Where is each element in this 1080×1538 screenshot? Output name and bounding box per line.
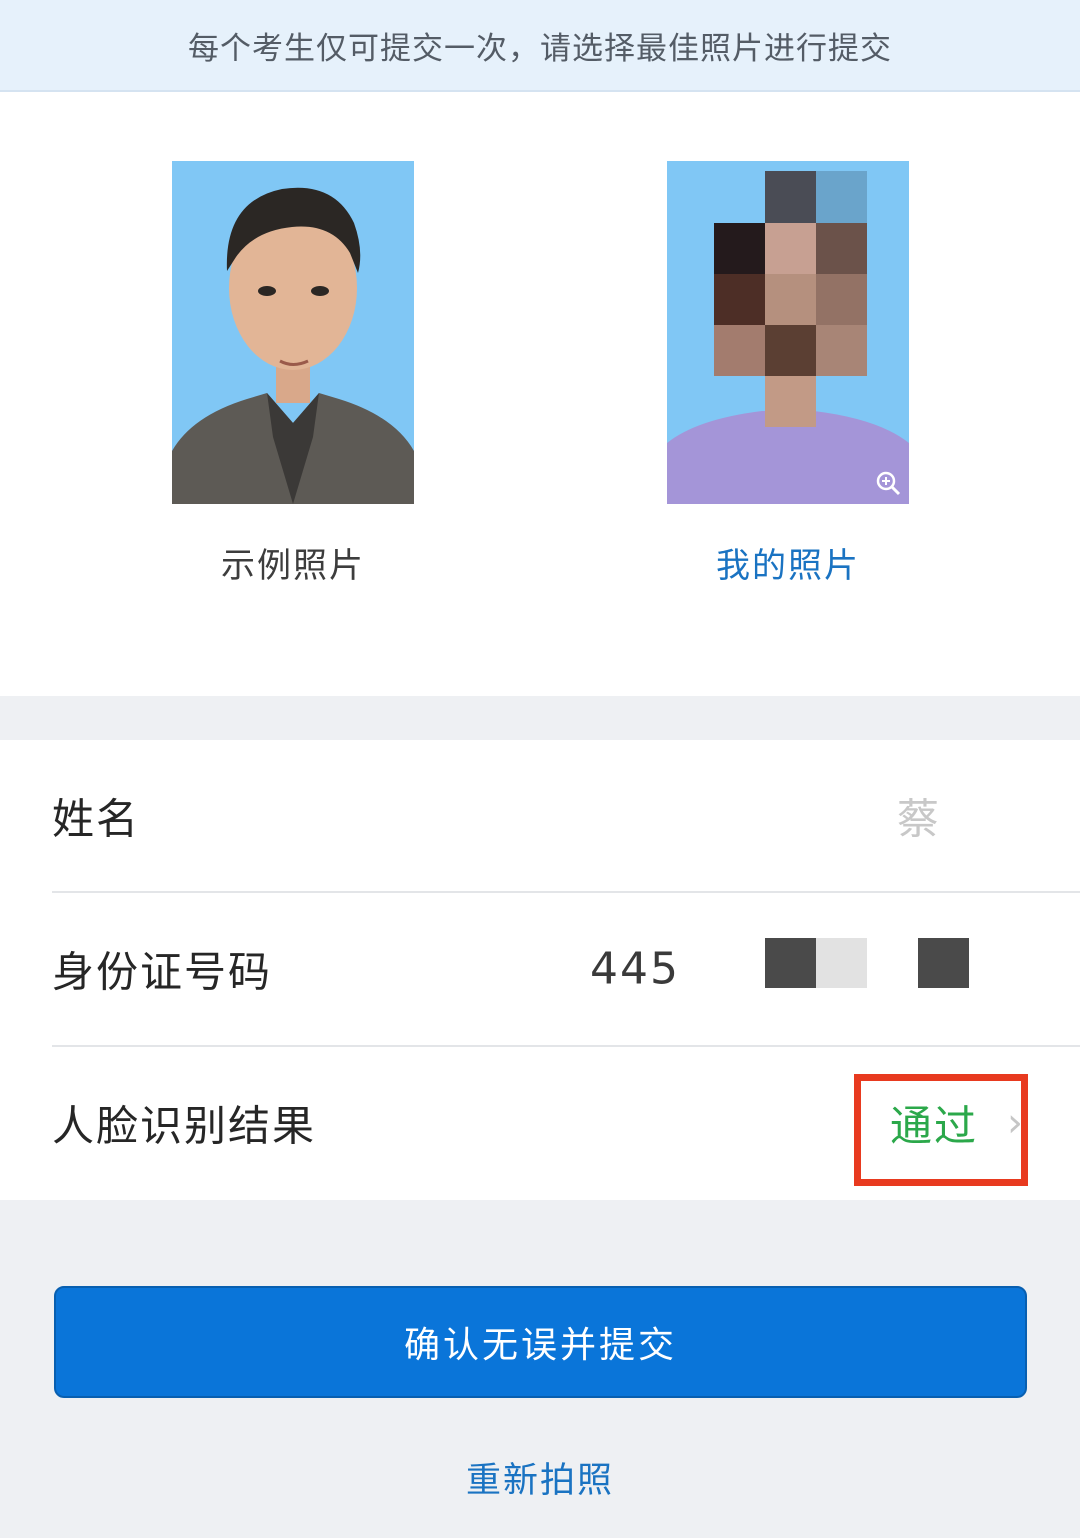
name-label: 姓名 [52,794,141,844]
id-number-label: 身份证号码 [52,947,273,997]
confirm-submit-button[interactable]: 确认无误并提交 [54,1286,1027,1398]
annotation-highlight-box [854,1074,1028,1186]
my-pixelated-photo [667,161,909,504]
id-mosaic-block [816,938,867,988]
my-photo-card[interactable]: 我的照片 [667,161,909,587]
notice-text: 每个考生仅可提交一次，请选择最佳照片进行提交 [188,30,892,67]
sample-photo-card: 示例照片 [172,161,414,587]
retake-photo-label: 重新拍照 [465,1461,614,1501]
face-result-label: 人脸识别结果 [52,1101,317,1151]
name-row: 姓名 蔡 [52,740,1080,892]
sample-person-image [172,161,414,504]
confirm-submit-label: 确认无误并提交 [403,1325,677,1366]
photo-panel: 示例照片 我的照片 [0,92,1080,696]
my-photo[interactable] [667,161,909,504]
id-mosaic-block [765,938,816,988]
retake-photo-link[interactable]: 重新拍照 [0,1452,1080,1503]
name-value: 蔡 [897,794,940,844]
sample-photo[interactable] [172,161,414,504]
my-photo-label[interactable]: 我的照片 [667,538,909,587]
id-mosaic-block [918,938,969,988]
zoom-in-icon[interactable] [875,470,901,496]
notice-banner: 每个考生仅可提交一次，请选择最佳照片进行提交 [0,0,1080,92]
id-number-value: 445 [590,943,680,995]
sample-photo-label: 示例照片 [221,546,365,586]
